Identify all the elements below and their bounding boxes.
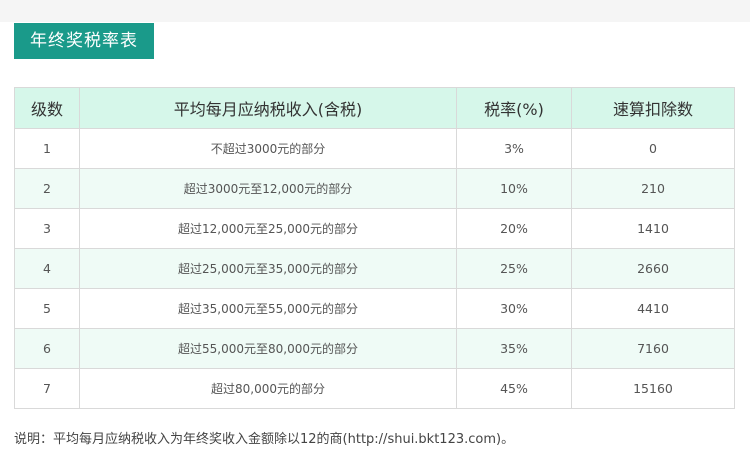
- cell-level: 1: [14, 128, 80, 169]
- cell-tax-rate: 35%: [456, 328, 572, 369]
- cell-quick-deduction: 15160: [571, 368, 735, 409]
- cell-quick-deduction: 1410: [571, 208, 735, 249]
- table-header-row: 级数 平均每月应纳税收入(含税) 税率(%) 速算扣除数: [14, 87, 735, 129]
- cell-quick-deduction: 2660: [571, 248, 735, 289]
- cell-quick-deduction: 7160: [571, 328, 735, 369]
- cell-level: 5: [14, 288, 80, 329]
- table-row: 5 超过35,000元至55,000元的部分 30% 4410: [14, 288, 735, 329]
- table-row: 3 超过12,000元至25,000元的部分 20% 1410: [14, 208, 735, 249]
- cell-income-range: 超过25,000元至35,000元的部分: [79, 248, 457, 289]
- footnote: 说明：平均每月应纳税收入为年终奖收入金额除以12的商(http://shui.b…: [14, 432, 515, 447]
- cell-level: 7: [14, 368, 80, 409]
- cell-quick-deduction: 210: [571, 168, 735, 209]
- cell-level: 4: [14, 248, 80, 289]
- cell-level: 3: [14, 208, 80, 249]
- cell-income-range: 超过80,000元的部分: [79, 368, 457, 409]
- cell-quick-deduction: 0: [571, 128, 735, 169]
- cell-tax-rate: 25%: [456, 248, 572, 289]
- cell-tax-rate: 20%: [456, 208, 572, 249]
- top-bar: [0, 0, 750, 22]
- cell-tax-rate: 10%: [456, 168, 572, 209]
- tax-rate-table: 级数 平均每月应纳税收入(含税) 税率(%) 速算扣除数 1 不超过3000元的…: [14, 87, 735, 409]
- cell-quick-deduction: 4410: [571, 288, 735, 329]
- cell-tax-rate: 3%: [456, 128, 572, 169]
- table-row: 6 超过55,000元至80,000元的部分 35% 7160: [14, 328, 735, 369]
- cell-tax-rate: 30%: [456, 288, 572, 329]
- cell-income-range: 超过35,000元至55,000元的部分: [79, 288, 457, 329]
- cell-income-range: 不超过3000元的部分: [79, 128, 457, 169]
- header-tax-rate: 税率(%): [456, 87, 572, 129]
- cell-income-range: 超过3000元至12,000元的部分: [79, 168, 457, 209]
- header-level: 级数: [14, 87, 80, 129]
- cell-level: 6: [14, 328, 80, 369]
- page-title: 年终奖税率表: [14, 23, 154, 59]
- cell-income-range: 超过12,000元至25,000元的部分: [79, 208, 457, 249]
- cell-income-range: 超过55,000元至80,000元的部分: [79, 328, 457, 369]
- table-row: 7 超过80,000元的部分 45% 15160: [14, 368, 735, 409]
- table-row: 2 超过3000元至12,000元的部分 10% 210: [14, 168, 735, 209]
- cell-tax-rate: 45%: [456, 368, 572, 409]
- header-income-range: 平均每月应纳税收入(含税): [79, 87, 457, 129]
- table-row: 1 不超过3000元的部分 3% 0: [14, 128, 735, 169]
- table-row: 4 超过25,000元至35,000元的部分 25% 2660: [14, 248, 735, 289]
- cell-level: 2: [14, 168, 80, 209]
- header-quick-deduction: 速算扣除数: [571, 87, 735, 129]
